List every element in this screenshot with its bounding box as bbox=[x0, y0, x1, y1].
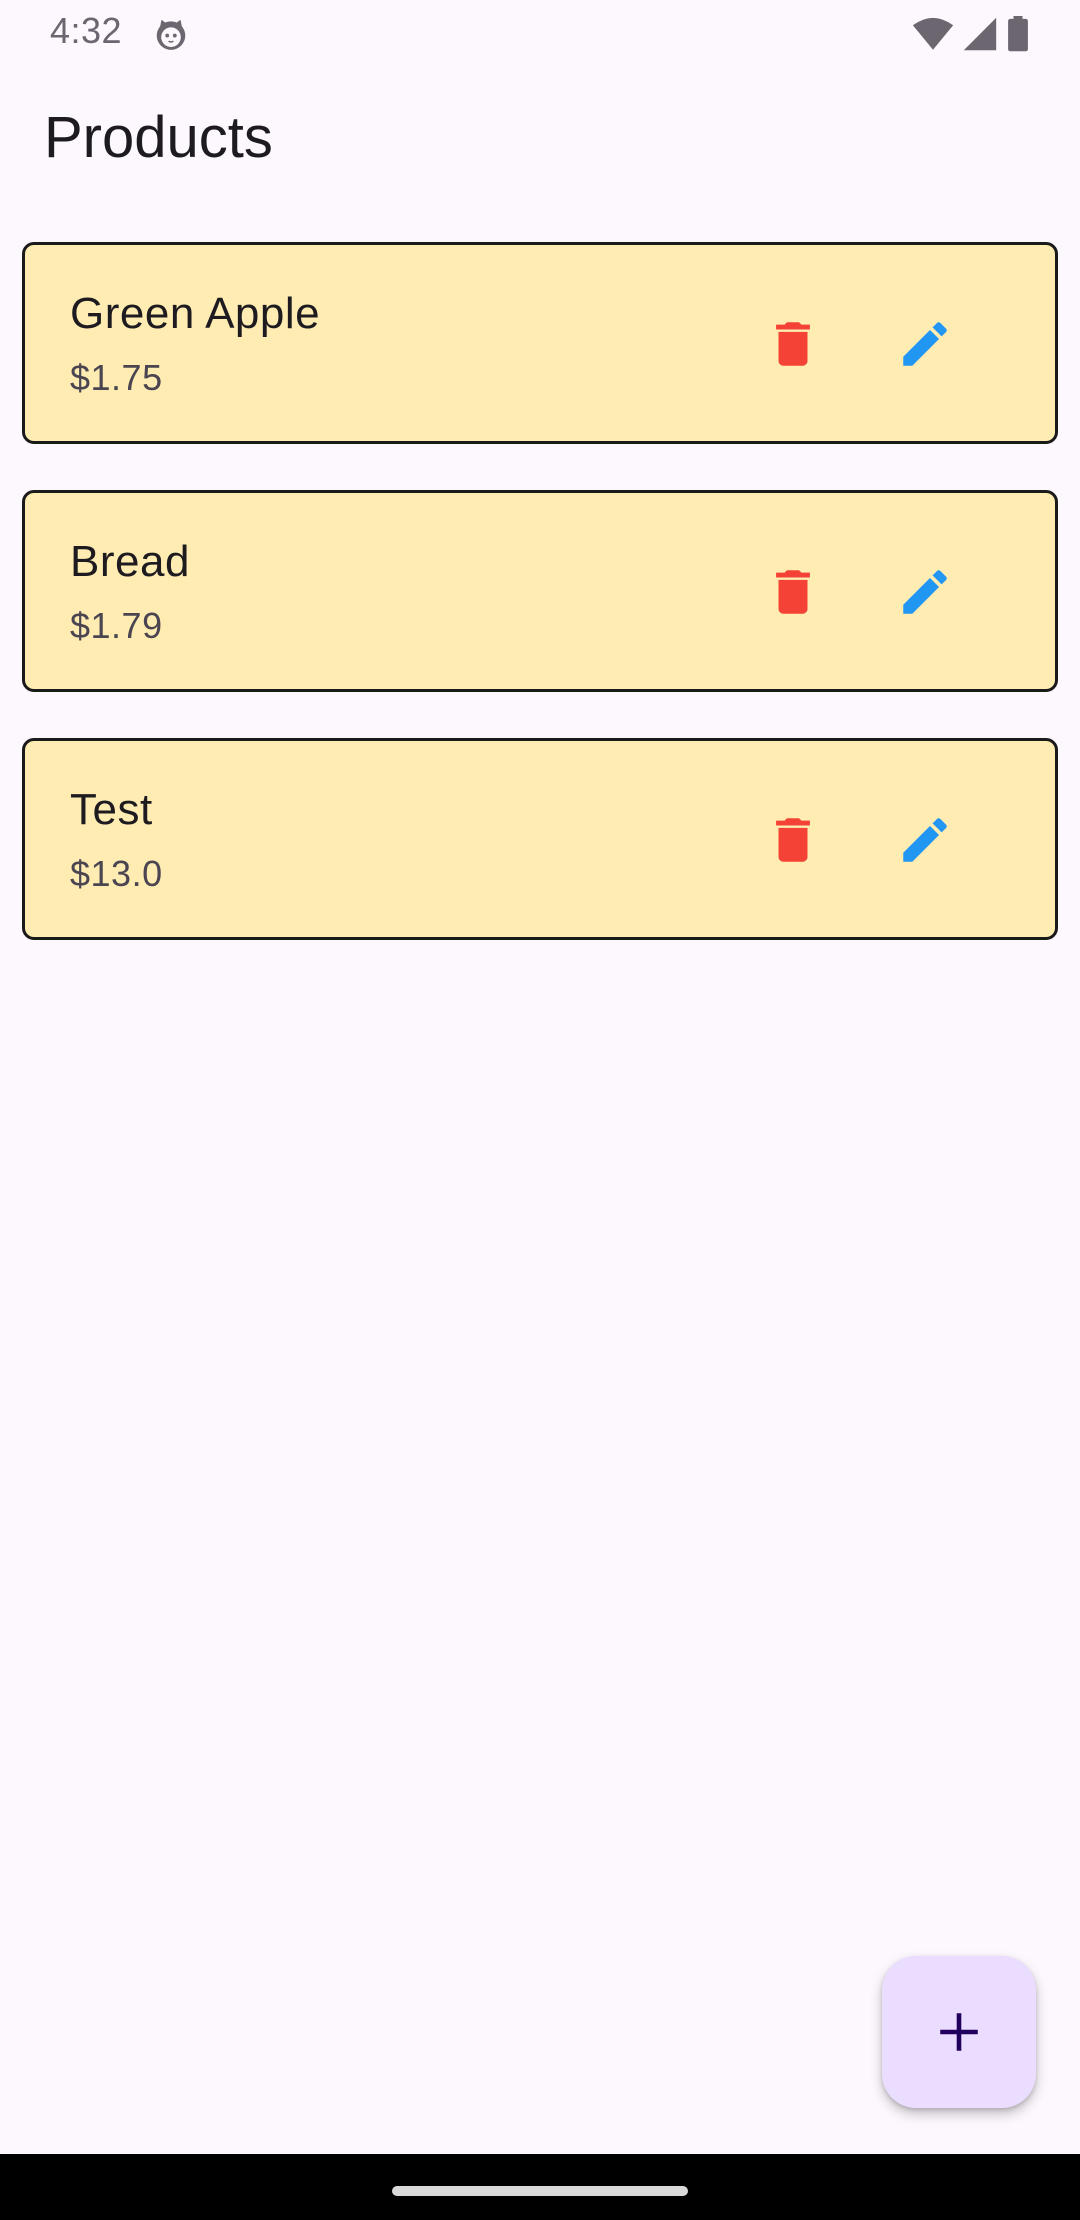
status-time: 4:32 bbox=[50, 10, 123, 51]
delete-button[interactable] bbox=[745, 296, 841, 392]
home-gesture-handle[interactable] bbox=[392, 2186, 688, 2196]
product-name: Test bbox=[70, 785, 153, 834]
product-card[interactable]: Bread $1.79 bbox=[22, 490, 1058, 692]
delete-icon bbox=[776, 322, 810, 366]
battery-icon bbox=[1008, 16, 1028, 52]
product-name: Bread bbox=[70, 537, 190, 586]
delete-button[interactable] bbox=[745, 792, 841, 888]
product-price: $1.79 bbox=[70, 605, 163, 646]
edit-icon bbox=[903, 322, 947, 366]
edit-button[interactable] bbox=[877, 544, 973, 640]
edit-button[interactable] bbox=[877, 792, 973, 888]
product-card[interactable]: Green Apple $1.75 bbox=[22, 242, 1058, 444]
edit-button[interactable] bbox=[877, 296, 973, 392]
delete-icon bbox=[776, 818, 810, 862]
wifi-icon bbox=[912, 17, 954, 50]
edit-icon bbox=[903, 570, 947, 614]
product-name: Green Apple bbox=[70, 289, 321, 338]
add-product-button[interactable] bbox=[882, 1956, 1036, 2108]
page-title: Products bbox=[44, 105, 273, 170]
product-list: Green Apple $1.75 Bread $1.79 Test $13.0 bbox=[22, 242, 1058, 986]
cat-notification-icon bbox=[156, 19, 186, 50]
status-bar: 4:32 bbox=[0, 0, 1080, 66]
products-screen: 4:32 Products Green Apple $1.75 Bread $1… bbox=[0, 0, 1080, 2220]
navigation-bar bbox=[0, 2154, 1080, 2220]
cellular-signal-icon bbox=[963, 17, 997, 51]
add-icon bbox=[940, 2013, 978, 2051]
product-price: $13.0 bbox=[70, 853, 163, 894]
delete-icon bbox=[776, 570, 810, 614]
product-card[interactable]: Test $13.0 bbox=[22, 738, 1058, 940]
edit-icon bbox=[903, 818, 947, 862]
status-icons bbox=[912, 14, 1030, 54]
product-price: $1.75 bbox=[70, 357, 163, 398]
delete-button[interactable] bbox=[745, 544, 841, 640]
